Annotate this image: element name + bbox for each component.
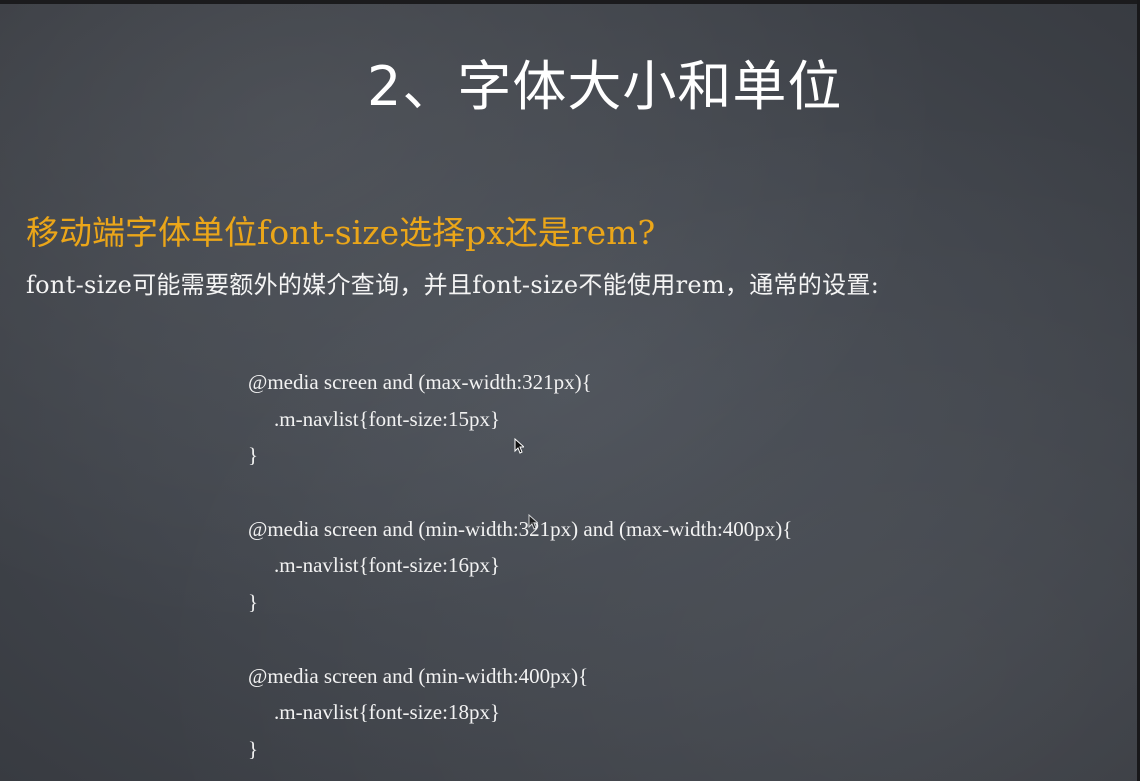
intro-text: font-size可能需要额外的媒介查询，并且font-size不能使用rem，… bbox=[26, 271, 880, 299]
code-line: .m-navlist{font-size:18px} bbox=[274, 700, 501, 725]
code-block: @media screen and (max-width:321px){ .m-… bbox=[248, 364, 792, 768]
code-line: } bbox=[248, 590, 259, 615]
window-top-bar bbox=[0, 0, 1140, 4]
mouse-pointer-icon bbox=[514, 438, 524, 454]
slide-title: 2、字体大小和单位 bbox=[367, 55, 843, 118]
question-heading: 移动端字体单位font-size选择px还是rem? bbox=[26, 213, 656, 252]
code-line: .m-navlist{font-size:15px} bbox=[274, 406, 501, 431]
code-line: .m-navlist{font-size:16px} bbox=[274, 553, 501, 578]
code-line: @media screen and (max-width:321px){ bbox=[248, 370, 592, 394]
code-line: @media screen and (min-width:321px) and … bbox=[248, 516, 793, 541]
code-line: @media screen and (min-width:400px){ bbox=[248, 663, 589, 688]
mouse-pointer-icon bbox=[528, 514, 538, 530]
code-line: } bbox=[248, 736, 259, 761]
